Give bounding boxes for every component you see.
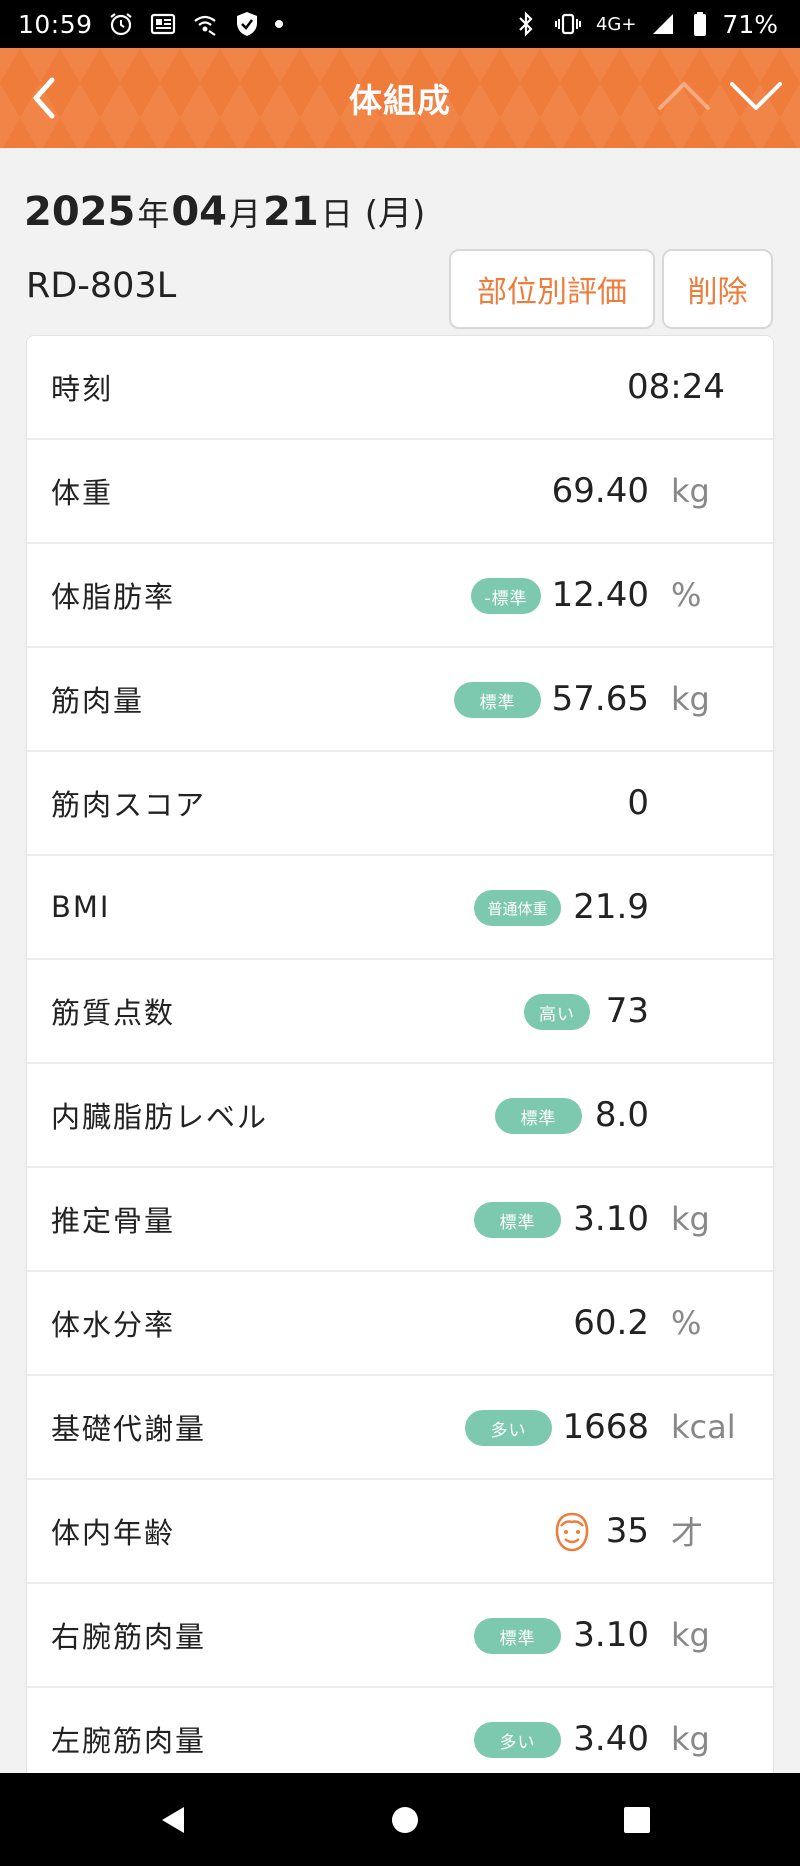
network-type: 4G+ — [595, 13, 637, 35]
alarm-clock-icon — [107, 10, 135, 38]
row-label: 筋肉量 — [51, 684, 145, 718]
row-value: 12.40 — [551, 575, 649, 615]
table-row: 筋肉量 標準 57.65 kg — [27, 648, 773, 752]
table-row: 体脂肪率 -標準 12.40 % — [27, 544, 773, 648]
bluetooth-icon — [512, 10, 540, 38]
battery-icon — [692, 10, 708, 38]
table-row: 体内年齢 35 才 — [27, 1480, 773, 1584]
nav-recents-icon[interactable] — [620, 1803, 654, 1837]
table-row: 筋質点数 高い 73 — [27, 960, 773, 1064]
status-bar: 10:59 4G+ 71% — [0, 0, 800, 48]
row-value: 3.10 — [573, 1199, 649, 1239]
status-time: 10:59 — [18, 9, 93, 39]
back-arrow-icon[interactable] — [22, 74, 70, 122]
shield-icon — [233, 10, 261, 38]
row-label: 右腕筋肉量 — [51, 1620, 207, 1654]
table-row: 右腕筋肉量 標準 3.10 kg — [27, 1584, 773, 1688]
measurement-table: 時刻 08:24 体重 69.40 kg 体脂肪率 -標準 12.40 % 筋肉… — [26, 335, 774, 1793]
row-value: 0 — [627, 783, 649, 823]
row-label: 筋肉スコア — [51, 788, 207, 822]
dot-icon — [274, 20, 283, 28]
row-unit: kg — [671, 1616, 710, 1654]
system-nav-bar — [0, 1773, 800, 1866]
chevron-up-icon[interactable] — [656, 72, 712, 120]
face-icon — [552, 1510, 592, 1554]
row-label: 体脂肪率 — [51, 580, 176, 614]
battery-level: 71% — [722, 9, 778, 39]
row-label: BMI — [51, 890, 111, 924]
table-row: 体水分率 60.2 % — [27, 1272, 773, 1376]
row-label: 体重 — [51, 476, 114, 510]
status-badge: 普通体重 — [474, 890, 561, 926]
date-day-suffix: 日 — [320, 195, 353, 233]
table-row: 体重 69.40 kg — [27, 440, 773, 544]
status-badge: -標準 — [471, 578, 541, 614]
status-badge: 多い — [474, 1722, 561, 1758]
row-label: 時刻 — [51, 372, 114, 406]
status-badge: 高い — [524, 994, 590, 1030]
table-row: 基礎代謝量 多い 1668 kcal — [27, 1376, 773, 1480]
page-title: 体組成 — [349, 81, 451, 120]
row-label: 推定骨量 — [51, 1204, 176, 1238]
date-month-suffix: 月 — [229, 195, 262, 233]
row-unit: kg — [671, 1200, 710, 1238]
row-value: 21.9 — [573, 887, 649, 927]
signal-icon — [650, 10, 678, 38]
table-row: 筋肉スコア 0 — [27, 752, 773, 856]
row-unit: % — [671, 576, 702, 614]
status-badge: 多い — [465, 1410, 552, 1446]
table-row: BMI 普通体重 21.9 — [27, 856, 773, 960]
row-label: 体内年齢 — [51, 1516, 176, 1550]
row-value: 57.65 — [551, 679, 649, 719]
status-badge: 標準 — [495, 1098, 582, 1134]
wifi-call-icon — [191, 10, 219, 38]
row-label: 筋質点数 — [51, 996, 176, 1030]
row-value: 08:24 — [627, 367, 725, 407]
row-unit: 才 — [671, 1514, 704, 1552]
row-unit: kg — [671, 680, 710, 718]
date-day: 21 — [263, 189, 319, 235]
delete-button[interactable]: 削除 — [662, 249, 773, 329]
vibrate-icon — [554, 10, 582, 38]
row-unit: % — [671, 1304, 702, 1342]
row-label: 基礎代謝量 — [51, 1412, 207, 1446]
row-value: 35 — [605, 1511, 649, 1551]
news-icon — [149, 10, 177, 38]
status-badge: 標準 — [454, 682, 541, 718]
row-label: 内臓脂肪レベル — [51, 1100, 269, 1134]
row-value: 60.2 — [573, 1303, 649, 1343]
row-label: 体水分率 — [51, 1308, 176, 1342]
table-row: 時刻 08:24 — [27, 336, 773, 440]
row-value: 3.10 — [573, 1615, 649, 1655]
row-value: 8.0 — [594, 1095, 649, 1135]
table-row: 推定骨量 標準 3.10 kg — [27, 1168, 773, 1272]
app-header: 体組成 — [0, 48, 800, 148]
row-unit: kg — [671, 472, 710, 510]
row-unit: kcal — [671, 1408, 736, 1446]
segment-eval-button[interactable]: 部位別評価 — [449, 249, 655, 329]
table-row: 内臓脂肪レベル 標準 8.0 — [27, 1064, 773, 1168]
date-year: 2025 — [24, 189, 136, 235]
measurement-date: 2025 年 04 月 21 日 (月) — [24, 186, 425, 235]
device-model: RD-803L — [26, 266, 177, 306]
row-value: 73 — [605, 991, 649, 1031]
chevron-down-icon[interactable] — [728, 72, 784, 120]
row-value: 69.40 — [551, 471, 649, 511]
date-month: 04 — [171, 189, 228, 235]
nav-home-icon[interactable] — [388, 1803, 422, 1837]
date-year-suffix: 年 — [137, 195, 170, 233]
date-weekday: (月) — [364, 194, 426, 234]
status-badge: 標準 — [474, 1202, 561, 1238]
nav-back-icon[interactable] — [156, 1803, 190, 1837]
row-value: 1668 — [562, 1407, 649, 1447]
status-badge: 標準 — [474, 1618, 561, 1654]
